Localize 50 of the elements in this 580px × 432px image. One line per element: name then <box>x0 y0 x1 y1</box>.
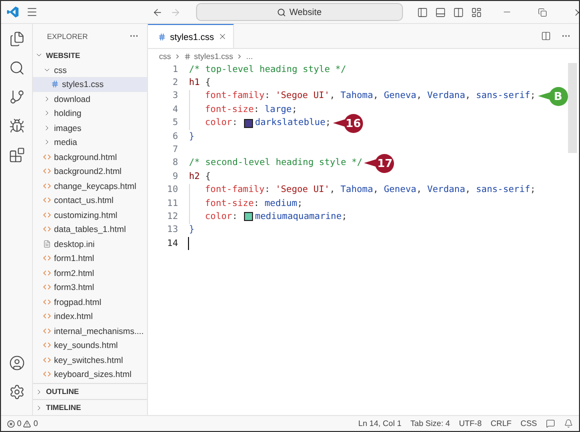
file-tree-item[interactable]: background2.html <box>33 164 147 178</box>
status-item[interactable]: Ln 14, Col 1 <box>358 419 402 428</box>
file-tree-item[interactable]: customizing.html <box>33 208 147 222</box>
search-field[interactable]: Website <box>196 3 403 21</box>
callout-badge: B <box>548 86 568 106</box>
file-tree-item[interactable]: download <box>33 92 147 106</box>
status-item[interactable]: UTF-8 <box>458 419 482 428</box>
code-line: 4 font-size: large; <box>172 103 298 117</box>
file-tree-item[interactable]: internal_mechanisms.... <box>33 324 147 338</box>
file-tree-item[interactable]: media <box>33 135 147 150</box>
code-line: 14 <box>148 237 579 250</box>
callout-badge: 16 <box>344 114 363 133</box>
file-tree-item[interactable]: form2.html <box>33 266 147 280</box>
file-tree-item[interactable]: background.html <box>33 150 147 164</box>
status-item[interactable]: Tab Size: 4 <box>410 419 450 428</box>
file-tree-item[interactable]: data_tables_1.html <box>33 222 147 236</box>
callout-badge: 17 <box>375 154 394 173</box>
code-line: 1 /* top-level heading style */ <box>172 64 348 76</box>
file-tree-item[interactable]: frogpad.html <box>33 294 147 309</box>
code-line: 2 h1 { <box>172 77 212 90</box>
breadcrumb-item[interactable]: styles1.css <box>194 52 234 60</box>
file-tree-item[interactable]: css <box>33 62 147 77</box>
status-item[interactable]: CRLF <box>490 419 512 428</box>
code-line: 13 } <box>166 224 196 238</box>
breadcrumb-item[interactable]: ... <box>246 52 253 60</box>
problems-indicator[interactable]: 0 0 <box>7 419 38 428</box>
code-line: 7 <box>172 144 179 157</box>
code-line: 6 } <box>172 130 196 144</box>
file-tree-item[interactable]: contact_us.html <box>33 193 147 208</box>
file-tree-item[interactable]: keyboard_sizes.html <box>33 367 147 382</box>
file-tree-item[interactable]: change_keycaps.html <box>33 178 147 193</box>
code-line: 12 color: mediumaquamarine; <box>166 210 348 224</box>
editor-tab[interactable]: styles1.css <box>148 24 234 48</box>
breadcrumb-item[interactable]: css <box>159 52 171 60</box>
file-tree-item[interactable]: desktop.ini <box>33 236 147 251</box>
code-line: 10 font-family: 'Segoe UI', Tahoma, Geneva, Verdana, sans-serif; <box>166 184 537 197</box>
status-item[interactable]: CSS <box>520 419 537 428</box>
code-line: 9 h2 { <box>172 170 212 184</box>
code-line: 8 /* second-level heading style */ 17 <box>148 156 579 170</box>
file-tree-item[interactable]: key_sounds.html <box>33 338 147 352</box>
file-tree-item[interactable]: form3.html <box>33 280 147 294</box>
file-tree-item[interactable]: images <box>33 120 147 135</box>
code-line: 11 font-size: medium; <box>166 196 304 210</box>
file-tree-item[interactable]: index.html <box>33 309 147 324</box>
file-tree-item[interactable]: form1.html <box>33 251 147 266</box>
code-line: 3 font-family: 'Segoe UI', Tahoma, Geneva, Verdana, sans-serif; B <box>148 90 579 104</box>
file-tree-item[interactable]: holding <box>33 106 147 120</box>
file-tree-item[interactable]: styles1.css <box>33 77 147 92</box>
file-tree-item[interactable]: key_switches.html <box>33 352 147 367</box>
code-line: 5 color: darkslateblue; 16 <box>148 116 579 130</box>
